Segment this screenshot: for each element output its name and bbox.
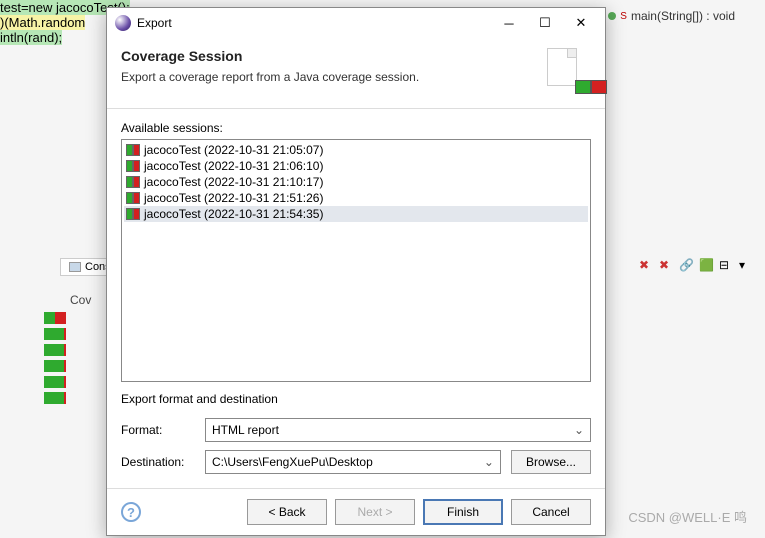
sessions-label: Available sessions:: [121, 121, 591, 135]
dialog-heading: Coverage Session: [121, 48, 543, 64]
eclipse-icon: [115, 15, 131, 31]
finish-button[interactable]: Finish: [423, 499, 503, 525]
coverage-session-icon: [126, 144, 140, 156]
dialog-description: Export a coverage report from a Java cov…: [121, 70, 543, 84]
back-button[interactable]: < Back: [247, 499, 327, 525]
session-item[interactable]: jacocoTest (2022-10-31 21:10:17): [124, 174, 588, 190]
coverage-session-icon: [126, 192, 140, 204]
dialog-title: Export: [137, 16, 491, 30]
dialog-footer: ? < Back Next > Finish Cancel: [107, 488, 605, 535]
minimize-button[interactable]: ─: [491, 10, 527, 36]
dialog-body: Available sessions: jacocoTest (2022-10-…: [107, 109, 605, 488]
coverage-session-icon: [126, 208, 140, 220]
format-label: Format:: [121, 423, 195, 437]
view-toolbar: ✖ ✖ 🔗 🟩 ⊟ ▾: [639, 258, 755, 274]
coverage-export-icon: [543, 48, 591, 96]
method-icon: [608, 12, 616, 20]
destination-label: Destination:: [121, 455, 195, 469]
watermark: CSDN @WELL·E 鸣: [628, 507, 747, 526]
format-section-label: Export format and destination: [121, 392, 591, 406]
session-icon[interactable]: 🟩: [699, 258, 715, 274]
chevron-down-icon: ⌄: [574, 423, 584, 437]
coverage-column-header: Cov: [70, 293, 91, 307]
collapse-icon[interactable]: ⊟: [719, 258, 735, 274]
export-dialog: Export ─ ☐ ✕ Coverage Session Export a c…: [106, 7, 606, 536]
maximize-button[interactable]: ☐: [527, 10, 563, 36]
format-select[interactable]: HTML report ⌄: [205, 418, 591, 442]
close-button[interactable]: ✕: [563, 10, 599, 36]
session-item[interactable]: jacocoTest (2022-10-31 21:05:07): [124, 142, 588, 158]
console-icon: [69, 262, 81, 272]
titlebar: Export ─ ☐ ✕: [107, 8, 605, 38]
next-button: Next >: [335, 499, 415, 525]
sessions-list[interactable]: jacocoTest (2022-10-31 21:05:07)jacocoTe…: [121, 139, 591, 382]
format-value: HTML report: [212, 423, 279, 437]
remove-all-icon[interactable]: ✖: [659, 258, 675, 274]
browse-button[interactable]: Browse...: [511, 450, 591, 474]
static-marker: S: [620, 11, 627, 22]
chevron-down-icon: ⌄: [484, 455, 494, 469]
remove-launch-icon[interactable]: ✖: [639, 258, 655, 274]
session-item[interactable]: jacocoTest (2022-10-31 21:51:26): [124, 190, 588, 206]
session-item[interactable]: jacocoTest (2022-10-31 21:54:35): [124, 206, 588, 222]
menu-icon[interactable]: ▾: [739, 258, 755, 274]
coverage-session-icon: [126, 176, 140, 188]
dialog-header: Coverage Session Export a coverage repor…: [107, 38, 605, 109]
coverage-session-icon: [126, 160, 140, 172]
cancel-button[interactable]: Cancel: [511, 499, 591, 525]
destination-input[interactable]: C:\Users\FengXuePu\Desktop ⌄: [205, 450, 501, 474]
coverage-rows: [44, 312, 66, 404]
link-icon[interactable]: 🔗: [679, 258, 695, 274]
help-button[interactable]: ?: [121, 502, 141, 522]
destination-value: C:\Users\FengXuePu\Desktop: [212, 455, 373, 469]
session-item[interactable]: jacocoTest (2022-10-31 21:06:10): [124, 158, 588, 174]
outline-main-method[interactable]: S main(String[]) : void: [608, 9, 735, 23]
